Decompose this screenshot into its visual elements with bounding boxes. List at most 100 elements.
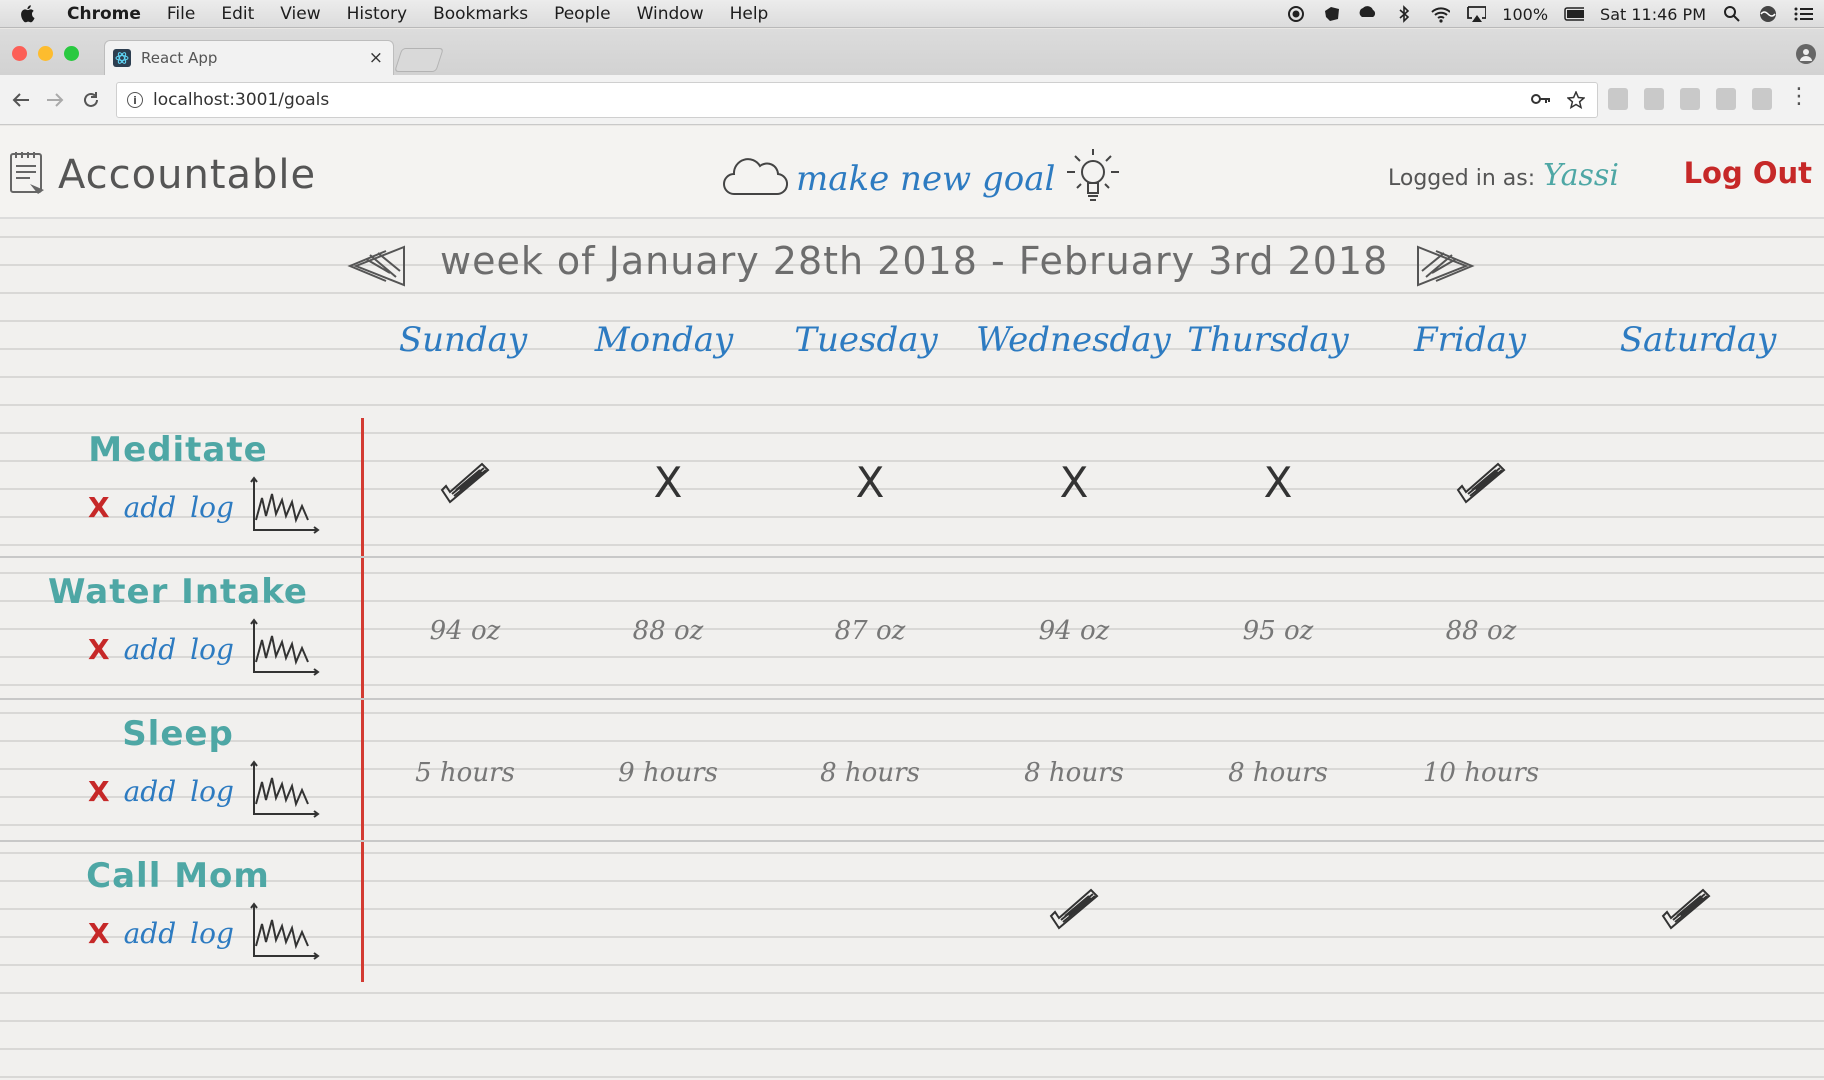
brand[interactable]: Accountable bbox=[8, 150, 316, 200]
chart-icon[interactable] bbox=[248, 760, 320, 822]
extension-2-icon[interactable] bbox=[1644, 88, 1664, 110]
bookmark-star-icon[interactable] bbox=[1566, 90, 1586, 114]
profile-icon[interactable] bbox=[1796, 44, 1816, 64]
notification-center-icon[interactable] bbox=[1794, 5, 1814, 23]
wifi-icon[interactable] bbox=[1430, 5, 1451, 23]
key-icon[interactable] bbox=[1531, 91, 1551, 114]
tab-close-icon[interactable]: × bbox=[369, 48, 383, 68]
add-entry-button[interactable]: add bbox=[124, 775, 177, 808]
menu-edit[interactable]: Edit bbox=[208, 4, 267, 24]
logged-value[interactable]: 10 hours bbox=[1406, 758, 1556, 788]
mac-menubar: Chrome File Edit View History Bookmarks … bbox=[0, 0, 1824, 28]
goal-actions: Xadd log bbox=[88, 902, 320, 964]
notebook-logo-icon bbox=[8, 150, 48, 200]
menubar-clock[interactable]: Sat 11:46 PM bbox=[1600, 5, 1706, 24]
battery-icon[interactable] bbox=[1564, 5, 1585, 23]
missed-mark[interactable]: X bbox=[593, 458, 743, 507]
log-button[interactable]: log bbox=[190, 491, 234, 524]
logged-value[interactable]: 87 oz bbox=[795, 616, 945, 646]
log-button[interactable]: log bbox=[190, 917, 234, 950]
window-zoom-button[interactable] bbox=[64, 46, 79, 61]
brand-name: Accountable bbox=[58, 152, 317, 198]
next-week-arrow-icon[interactable] bbox=[1416, 243, 1476, 293]
logged-value[interactable]: 94 oz bbox=[390, 616, 540, 646]
airplay-icon[interactable] bbox=[1466, 5, 1487, 23]
checkmark-icon[interactable] bbox=[999, 886, 1149, 936]
menu-history[interactable]: History bbox=[334, 4, 420, 24]
menu-app-chrome[interactable]: Chrome bbox=[54, 4, 154, 24]
chart-icon[interactable] bbox=[248, 902, 320, 964]
extension-4-icon[interactable] bbox=[1716, 88, 1736, 110]
logged-value[interactable]: 95 oz bbox=[1203, 616, 1353, 646]
lightbulb-icon bbox=[1063, 146, 1123, 212]
day-header-saturday: Saturday bbox=[1619, 320, 1777, 360]
goal-name: Call Mom bbox=[86, 856, 270, 896]
logged-value[interactable]: 88 oz bbox=[593, 616, 743, 646]
site-info-icon[interactable]: i bbox=[127, 92, 143, 108]
make-new-goal-button[interactable]: make new goal bbox=[720, 146, 1123, 212]
missed-mark[interactable]: X bbox=[795, 458, 945, 507]
reload-icon[interactable] bbox=[78, 87, 104, 113]
menu-file[interactable]: File bbox=[154, 4, 208, 24]
login-status: Logged in as: Yassi bbox=[1388, 158, 1619, 193]
address-bar[interactable]: i localhost:3001/goals bbox=[116, 82, 1598, 118]
week-navigator: week of January 28th 2018 - February 3rd… bbox=[0, 231, 1824, 301]
checkmark-icon[interactable] bbox=[1611, 886, 1761, 936]
chart-icon[interactable] bbox=[248, 476, 320, 538]
back-arrow-icon[interactable] bbox=[8, 87, 34, 113]
add-entry-button[interactable]: add bbox=[124, 491, 177, 524]
menu-bookmarks[interactable]: Bookmarks bbox=[420, 4, 541, 24]
missed-mark[interactable]: X bbox=[1203, 458, 1353, 507]
window-close-button[interactable] bbox=[12, 46, 27, 61]
new-tab-button[interactable] bbox=[394, 48, 444, 72]
logged-value[interactable]: 8 hours bbox=[1203, 758, 1353, 788]
logged-value[interactable]: 8 hours bbox=[795, 758, 945, 788]
browser-tab-active[interactable]: React App × bbox=[104, 40, 394, 75]
logout-button[interactable]: Log Out bbox=[1684, 156, 1812, 190]
goals-page: Accountable make new goal Logged in as: … bbox=[0, 126, 1824, 1080]
menu-view[interactable]: View bbox=[267, 4, 333, 24]
extension-1-icon[interactable] bbox=[1608, 88, 1628, 110]
logged-value[interactable]: 8 hours bbox=[999, 758, 1149, 788]
record-icon[interactable] bbox=[1286, 5, 1306, 23]
tab-title: React App bbox=[141, 49, 218, 67]
checkmark-icon[interactable] bbox=[1406, 460, 1556, 510]
add-entry-button[interactable]: add bbox=[124, 633, 177, 666]
menu-people[interactable]: People bbox=[541, 4, 623, 24]
delete-goal-button[interactable]: X bbox=[88, 775, 110, 808]
goal-actions: Xadd log bbox=[88, 618, 320, 680]
menu-window[interactable]: Window bbox=[624, 4, 717, 24]
apple-icon[interactable] bbox=[14, 1, 40, 27]
delete-goal-button[interactable]: X bbox=[88, 491, 110, 524]
backup-icon[interactable] bbox=[1358, 5, 1378, 23]
log-button[interactable]: log bbox=[190, 775, 234, 808]
previous-week-arrow-icon[interactable] bbox=[346, 243, 406, 293]
checkmark-icon[interactable] bbox=[390, 460, 540, 510]
bluetooth-icon[interactable] bbox=[1394, 5, 1414, 23]
log-button[interactable]: log bbox=[190, 633, 234, 666]
delete-goal-button[interactable]: X bbox=[88, 917, 110, 950]
day-header-monday: Monday bbox=[594, 320, 734, 360]
day-header-wednesday: Wednesday bbox=[976, 320, 1171, 360]
goal-name: Water Intake bbox=[48, 572, 308, 612]
spotlight-search-icon[interactable] bbox=[1722, 5, 1742, 23]
menu-help[interactable]: Help bbox=[717, 4, 782, 24]
delete-goal-button[interactable]: X bbox=[88, 633, 110, 666]
logged-value[interactable]: 88 oz bbox=[1406, 616, 1556, 646]
extension-3-icon[interactable] bbox=[1680, 88, 1700, 110]
goal-actions: Xadd log bbox=[88, 760, 320, 822]
username: Yassi bbox=[1543, 158, 1619, 193]
chrome-menu-icon[interactable]: ⋮ bbox=[1788, 86, 1810, 110]
logged-value[interactable]: 9 hours bbox=[593, 758, 743, 788]
siri-icon[interactable] bbox=[1758, 5, 1778, 23]
chart-icon[interactable] bbox=[248, 618, 320, 680]
logged-value[interactable]: 94 oz bbox=[999, 616, 1149, 646]
add-entry-button[interactable]: add bbox=[124, 917, 177, 950]
evernote-icon[interactable] bbox=[1322, 5, 1342, 23]
forward-arrow-icon[interactable] bbox=[42, 87, 68, 113]
extension-5-icon[interactable] bbox=[1752, 88, 1772, 110]
missed-mark[interactable]: X bbox=[999, 458, 1149, 507]
url-text[interactable]: localhost:3001/goals bbox=[153, 90, 329, 110]
window-minimize-button[interactable] bbox=[38, 46, 53, 61]
logged-value[interactable]: 5 hours bbox=[390, 758, 540, 788]
